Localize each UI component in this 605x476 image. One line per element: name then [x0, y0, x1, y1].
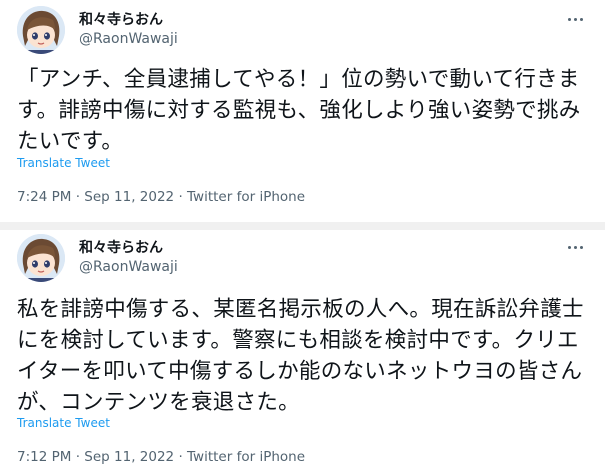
avatar[interactable]	[17, 6, 65, 54]
tweet-metadata: 7:12 PM · Sep 11, 2022 · Twitter for iPh…	[17, 449, 305, 465]
translate-tweet-link[interactable]: Translate Tweet	[17, 416, 110, 430]
display-name[interactable]: 和々寺らおん	[79, 237, 163, 257]
separator: ·	[178, 449, 183, 465]
more-options-icon[interactable]	[565, 238, 587, 256]
tweet-date[interactable]: Sep 11, 2022	[84, 449, 174, 465]
tweet-text: 私を誹謗中傷する、某匿名掲示板の人へ。現在訴訟弁護士にを検討しています。警察にも…	[17, 297, 584, 415]
dot	[568, 18, 571, 21]
display-name[interactable]: 和々寺らおん	[79, 9, 163, 29]
dot	[574, 18, 577, 21]
separator: ·	[178, 189, 183, 205]
tweet-card: 和々寺らおん @RaonWawaji 私を誹謗中傷する、某匿名掲示板の人へ。現在…	[0, 230, 605, 476]
tweet-source: Twitter for iPhone	[187, 189, 306, 205]
user-handle[interactable]: @RaonWawaji	[79, 31, 178, 47]
separator: ·	[75, 449, 80, 465]
tweet-separator-band	[0, 222, 605, 230]
separator: ·	[75, 189, 80, 205]
more-options-icon[interactable]	[565, 10, 587, 28]
dot	[568, 246, 571, 249]
anime-girl-avatar-icon	[17, 234, 65, 282]
tweet-text: 「アンチ、全員逮捕してやる！」位の勢いで動いて行きます。誹謗中傷に対する監視も、…	[17, 67, 581, 154]
dot	[574, 246, 577, 249]
user-handle[interactable]: @RaonWawaji	[79, 259, 178, 275]
tweet-card: 和々寺らおん @RaonWawaji 「アンチ、全員逮捕してやる！」位の勢いで動…	[0, 0, 605, 222]
tweet-time[interactable]: 7:12 PM	[17, 449, 71, 465]
dot	[580, 18, 583, 21]
translate-tweet-link[interactable]: Translate Tweet	[17, 156, 110, 170]
tweet-metadata: 7:24 PM · Sep 11, 2022 · Twitter for iPh…	[17, 189, 305, 205]
anime-girl-avatar-icon	[17, 6, 65, 54]
tweet-time[interactable]: 7:24 PM	[17, 189, 71, 205]
dot	[580, 246, 583, 249]
tweet-source: Twitter for iPhone	[187, 449, 306, 465]
avatar[interactable]	[17, 234, 65, 282]
tweet-date[interactable]: Sep 11, 2022	[84, 189, 174, 205]
